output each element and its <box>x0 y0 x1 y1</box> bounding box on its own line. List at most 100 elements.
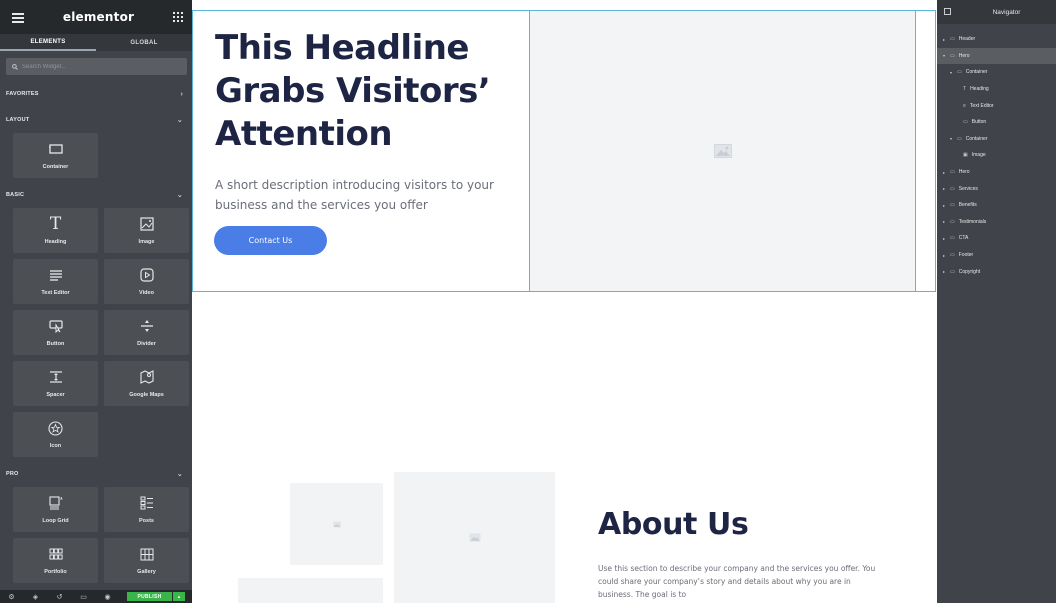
caret-right-icon: ▸ <box>943 252 946 258</box>
widget-label: Loop Grid <box>42 518 69 524</box>
panel-tabs: ELEMENTS GLOBAL <box>0 34 192 51</box>
widget-video[interactable]: Video <box>104 259 189 304</box>
nav-item-benefits[interactable]: ▸ ▭ Benefits <box>937 197 1056 214</box>
image-icon: ▣ <box>963 152 968 159</box>
hero-description[interactable]: A short description introducing visitors… <box>215 175 515 215</box>
widget-portfolio[interactable]: Portfolio <box>13 538 98 583</box>
widget-label: Text Editor <box>41 290 70 296</box>
widget-icon[interactable]: Icon <box>13 412 98 457</box>
search-widget-input[interactable] <box>22 63 172 70</box>
pro-widget-grid: Loop Grid Posts Portfolio Gallery <box>0 487 192 583</box>
nav-item-services[interactable]: ▸ ▭ Services <box>937 180 1056 197</box>
hero-image-placeholder[interactable] <box>529 10 916 292</box>
widget-container[interactable]: Container <box>13 133 98 178</box>
preview-icon[interactable]: ◉ <box>103 592 112 601</box>
panel-header: elementor <box>0 0 192 34</box>
navigator-header: Navigator <box>937 0 1056 24</box>
section-basic[interactable]: BASIC ⌄ <box>0 182 192 208</box>
nav-item-footer[interactable]: ▸ ▭ Footer <box>937 247 1056 264</box>
nav-item-testimonials[interactable]: ▸ ▭ Testimonials <box>937 214 1056 231</box>
section-pro[interactable]: PRO ⌄ <box>0 461 192 487</box>
caret-down-icon: ▾ <box>943 53 946 59</box>
nav-item-button[interactable]: ▭ Button <box>937 114 1056 131</box>
section-title: BASIC <box>6 192 25 198</box>
widget-button[interactable]: Button <box>13 310 98 355</box>
nav-item-image[interactable]: ▣ Image <box>937 147 1056 164</box>
container-icon: ▭ <box>950 202 955 209</box>
publish-options-chevron-up-icon[interactable]: ▴ <box>173 592 185 601</box>
caret-right-icon: ▸ <box>943 269 946 275</box>
widget-spacer[interactable]: Spacer <box>13 361 98 406</box>
container-icon: ▭ <box>957 69 962 76</box>
portfolio-icon <box>48 546 64 562</box>
widget-divider[interactable]: Divider <box>104 310 189 355</box>
widget-google-maps[interactable]: Google Maps <box>104 361 189 406</box>
nav-item-heading[interactable]: T Heading <box>937 81 1056 98</box>
responsive-icon[interactable]: ▭ <box>79 592 88 601</box>
caret-right-icon: ▸ <box>943 186 946 192</box>
map-icon <box>139 369 155 385</box>
about-description[interactable]: Use this section to describe your compan… <box>598 562 878 601</box>
section-layout[interactable]: LAYOUT ⌄ <box>0 107 192 133</box>
about-heading[interactable]: About Us <box>598 507 749 542</box>
publish-button[interactable]: PUBLISH <box>127 592 172 601</box>
apps-grid-icon[interactable] <box>173 12 183 22</box>
nav-item-label: Heading <box>970 86 989 93</box>
widget-label: Image <box>138 239 155 245</box>
tab-global[interactable]: GLOBAL <box>96 34 192 51</box>
about-image-small[interactable] <box>290 483 383 565</box>
container-icon: ▭ <box>950 169 955 176</box>
widget-heading[interactable]: T Heading <box>13 208 98 253</box>
nav-item-hero[interactable]: ▾ ▭ Hero <box>937 47 1056 65</box>
section-favorites[interactable]: FAVORITES › <box>0 81 192 107</box>
widget-label: Container <box>42 164 69 170</box>
nav-item-container[interactable]: ▾ ▭ Container <box>937 131 1056 148</box>
widget-posts[interactable]: Posts <box>104 487 189 532</box>
nav-item-label: Container <box>965 135 988 142</box>
image-placeholder-icon <box>713 144 732 158</box>
nav-item-hero[interactable]: ▸ ▭ Hero <box>937 164 1056 181</box>
elementor-widgets-panel: elementor ELEMENTS GLOBAL FAVORITES › LA… <box>0 0 192 603</box>
caret-right-icon: ▸ <box>943 235 946 241</box>
widget-label: Button <box>46 341 65 347</box>
image-placeholder-icon <box>469 533 480 542</box>
chevron-right-icon: › <box>180 90 183 98</box>
history-icon[interactable]: ↺ <box>55 592 64 601</box>
contact-us-button[interactable]: Contact Us <box>214 226 327 255</box>
nav-item-text-editor[interactable]: ≡ Text Editor <box>937 97 1056 114</box>
container-icon: ▭ <box>950 235 955 242</box>
widget-image[interactable]: Image <box>104 208 189 253</box>
navigator-panel: Navigator ▸ ▭ Header ▾ ▭ Hero ▾ ▭ Container TH… <box>937 0 1056 603</box>
posts-icon <box>139 495 155 511</box>
chevron-down-icon: ⌄ <box>176 117 183 124</box>
hamburger-menu-icon[interactable] <box>12 12 24 23</box>
text-editor-icon: ≡ <box>963 102 966 109</box>
caret-right-icon: ▸ <box>943 202 946 208</box>
basic-widget-grid: T Heading Image Text Editor Video Button… <box>0 208 192 457</box>
widget-loop-grid[interactable]: Loop Grid <box>13 487 98 532</box>
widget-label: Spacer <box>46 392 65 398</box>
navigator-tree: ▸ ▭ Header ▾ ▭ Hero ▾ ▭ Container T Heading ≡ Te… <box>937 24 1056 280</box>
widget-text-editor[interactable]: Text Editor <box>13 259 98 304</box>
widget-label: Heading <box>44 239 67 245</box>
about-image-bottom[interactable] <box>238 578 383 603</box>
nav-item-container[interactable]: ▾ ▭ Container <box>937 64 1056 81</box>
container-icon: ▭ <box>950 268 955 275</box>
hero-headline[interactable]: This Headline Grabs Visitors’ Attention <box>215 27 515 156</box>
layers-icon[interactable]: ◈ <box>31 592 40 601</box>
elementor-logo: elementor <box>62 10 135 24</box>
widget-label: Video <box>139 290 154 296</box>
nav-item-copyright[interactable]: ▸ ▭ Copyright <box>937 263 1056 280</box>
settings-icon[interactable]: ⚙ <box>7 592 16 601</box>
widget-label: Divider <box>137 341 156 347</box>
widget-label: Icon <box>49 443 62 449</box>
about-image-large[interactable] <box>394 472 555 603</box>
nav-item-header[interactable]: ▸ ▭ Header <box>937 31 1056 48</box>
widget-gallery[interactable]: Gallery <box>104 538 189 583</box>
nav-item-cta[interactable]: ▸ ▭ CTA <box>937 230 1056 247</box>
panel-footer: ⚙ ◈ ↺ ▭ ◉ PUBLISH ▴ <box>0 590 192 603</box>
tab-elements[interactable]: ELEMENTS <box>0 34 96 51</box>
layout-widget-grid: Container <box>0 133 192 178</box>
nav-item-label: Text Editor <box>969 102 994 109</box>
nav-item-label: Testimonials <box>958 218 987 225</box>
